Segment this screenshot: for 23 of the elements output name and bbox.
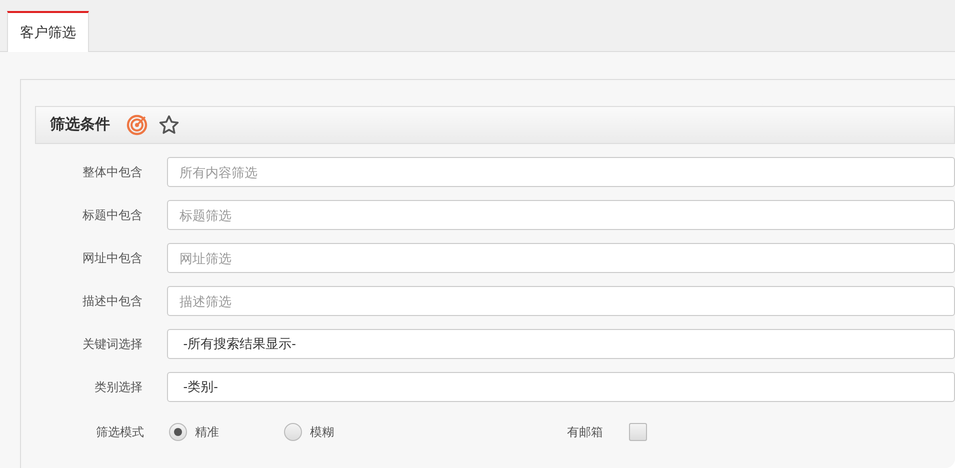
radio-button[interactable] — [169, 423, 187, 441]
text-field[interactable]: 标题筛选 — [167, 200, 955, 230]
field-label: 关键词选择 — [81, 336, 144, 353]
radio-label: 模糊 — [310, 424, 334, 441]
tab[interactable]: 客户筛选 — [7, 11, 89, 52]
target-icon[interactable] — [126, 114, 148, 136]
radio-button[interactable] — [284, 423, 302, 441]
dropdown[interactable]: -类别- — [167, 372, 955, 402]
dropdown[interactable]: -所有搜索结果显示- — [167, 329, 955, 359]
star-icon[interactable] — [158, 114, 180, 136]
checkbox[interactable] — [629, 423, 647, 441]
radio-label: 精准 — [195, 424, 219, 441]
checkbox-label: 有邮箱 — [567, 424, 603, 441]
field-label: 描述中包含 — [81, 293, 144, 310]
field-label: 类别选择 — [93, 379, 144, 396]
field-label: 筛选模式 — [95, 424, 145, 441]
field-label: 标题中包含 — [81, 207, 144, 224]
text-field[interactable]: 描述筛选 — [167, 286, 955, 316]
field-label: 整体中包含 — [81, 164, 144, 181]
text-field[interactable]: 所有内容筛选 — [167, 157, 955, 187]
text-field[interactable]: 网址筛选 — [167, 243, 955, 273]
field-label: 网址中包含 — [81, 250, 144, 267]
section-title: 筛选条件 — [50, 114, 110, 135]
